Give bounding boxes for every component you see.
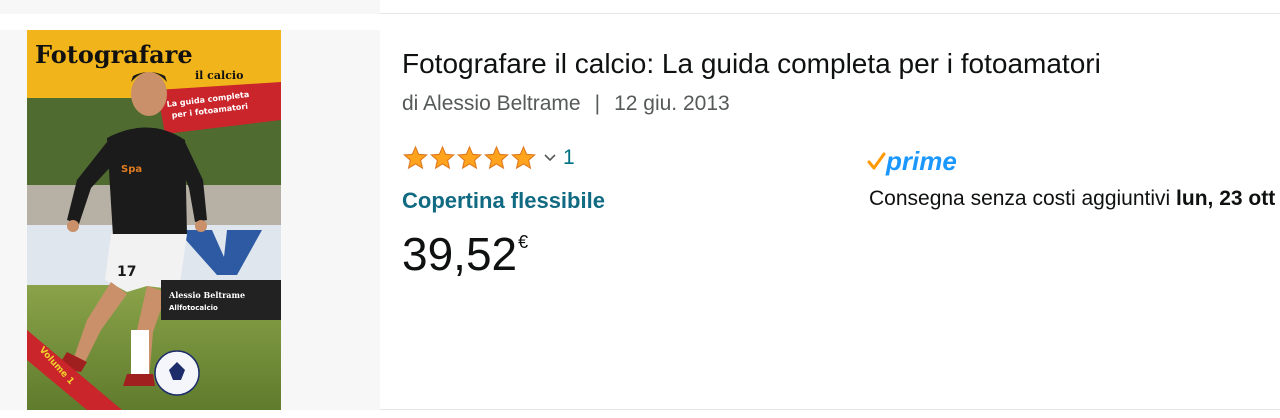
delivery-date: lun, 23 ott [1176,187,1276,210]
book-cover-art: Fotografare il calcio La guida completa … [27,30,281,410]
rating-widget[interactable]: 1 [402,144,575,172]
cover-title-sub: il calcio [195,69,243,82]
cover-jersey-number: 17 [117,264,136,280]
previous-result-image-area [0,0,380,14]
author-prefix: di [402,92,419,115]
star-icon [457,145,482,170]
divider [380,13,1280,14]
previous-result-row [0,0,1280,14]
byline: di Alessio Beltrame | 12 giu. 2013 [402,92,730,116]
star-icon [403,145,428,170]
product-image-panel[interactable]: Fotografare il calcio La guida completa … [0,30,380,410]
star-rating[interactable] [402,145,537,171]
star-icon [484,145,509,170]
price-currency: € [518,232,529,252]
star-icon [430,145,455,170]
delivery-text: Consegna senza costi aggiuntivi [869,187,1171,210]
chevron-down-icon[interactable] [543,151,557,165]
author-link[interactable]: Alessio Beltrame [423,92,581,115]
prime-label: prime [886,145,957,176]
byline-separator: | [594,92,601,115]
rating-count-link[interactable]: 1 [563,146,575,170]
star-icon [511,145,536,170]
format-link[interactable]: Copertina flessibile [402,188,605,214]
cover-title: Fotografare [35,40,193,69]
price-whole: 39,52 [402,228,518,280]
divider [380,409,1280,410]
prime-badge: prime [866,146,957,176]
publication-date: 12 giu. 2013 [614,92,730,115]
prime-check-icon [867,152,886,170]
product-title-link[interactable]: Fotografare il calcio: La guida completa… [402,48,1101,80]
book-cover-image[interactable]: Fotografare il calcio La guida completa … [27,30,281,410]
cover-shirt-sponsor: Spa [121,164,142,175]
delivery-info: Consegna senza costi aggiuntivi lun, 23 … [869,182,1280,216]
cover-author: Alessio Beltrame [168,290,245,300]
cover-author-tag: Allfotocalcio [169,304,218,312]
price[interactable]: 39,52€ [402,226,528,282]
search-result-item: Fotografare il calcio La guida completa … [0,30,1280,412]
